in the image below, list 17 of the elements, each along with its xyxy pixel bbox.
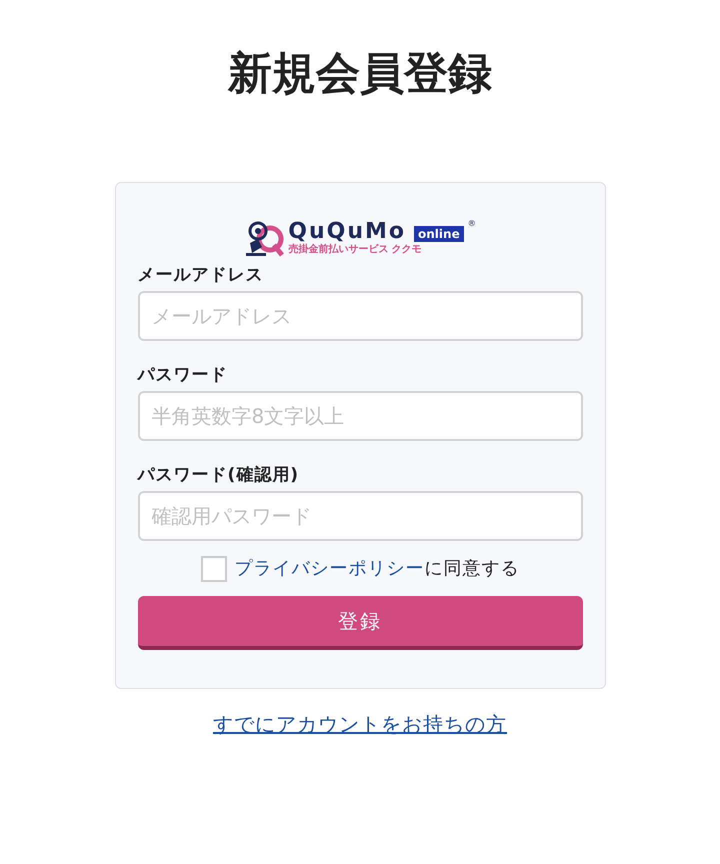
- checkbox[interactable]: [200, 556, 226, 582]
- register-button[interactable]: 登録: [138, 596, 582, 650]
- login-link[interactable]: すでにアカウントをお持ちの方: [213, 709, 507, 739]
- privacy-policy-link[interactable]: プライバシーポリシー: [234, 558, 424, 579]
- field-label: パスワード: [138, 364, 228, 387]
- field-label: メールアドレス: [138, 264, 264, 287]
- logo-icon: [244, 219, 284, 257]
- logo-badge: online: [414, 226, 464, 242]
- page-title: 新規会員登録: [228, 47, 492, 101]
- field-label: パスワード(確認用): [138, 464, 300, 487]
- input-field[interactable]: 半角英数字8文字以上: [138, 391, 582, 441]
- registered-mark: ®: [468, 220, 476, 228]
- input-field[interactable]: 確認用パスワード: [138, 491, 582, 541]
- agreement-text: プライバシーポリシー に同意する: [234, 557, 520, 581]
- logo-tagline: 売掛金前払いサービス ククモ: [288, 244, 422, 256]
- input-field[interactable]: メールアドレス: [138, 291, 582, 341]
- logo-name: QuQuMo: [288, 220, 406, 244]
